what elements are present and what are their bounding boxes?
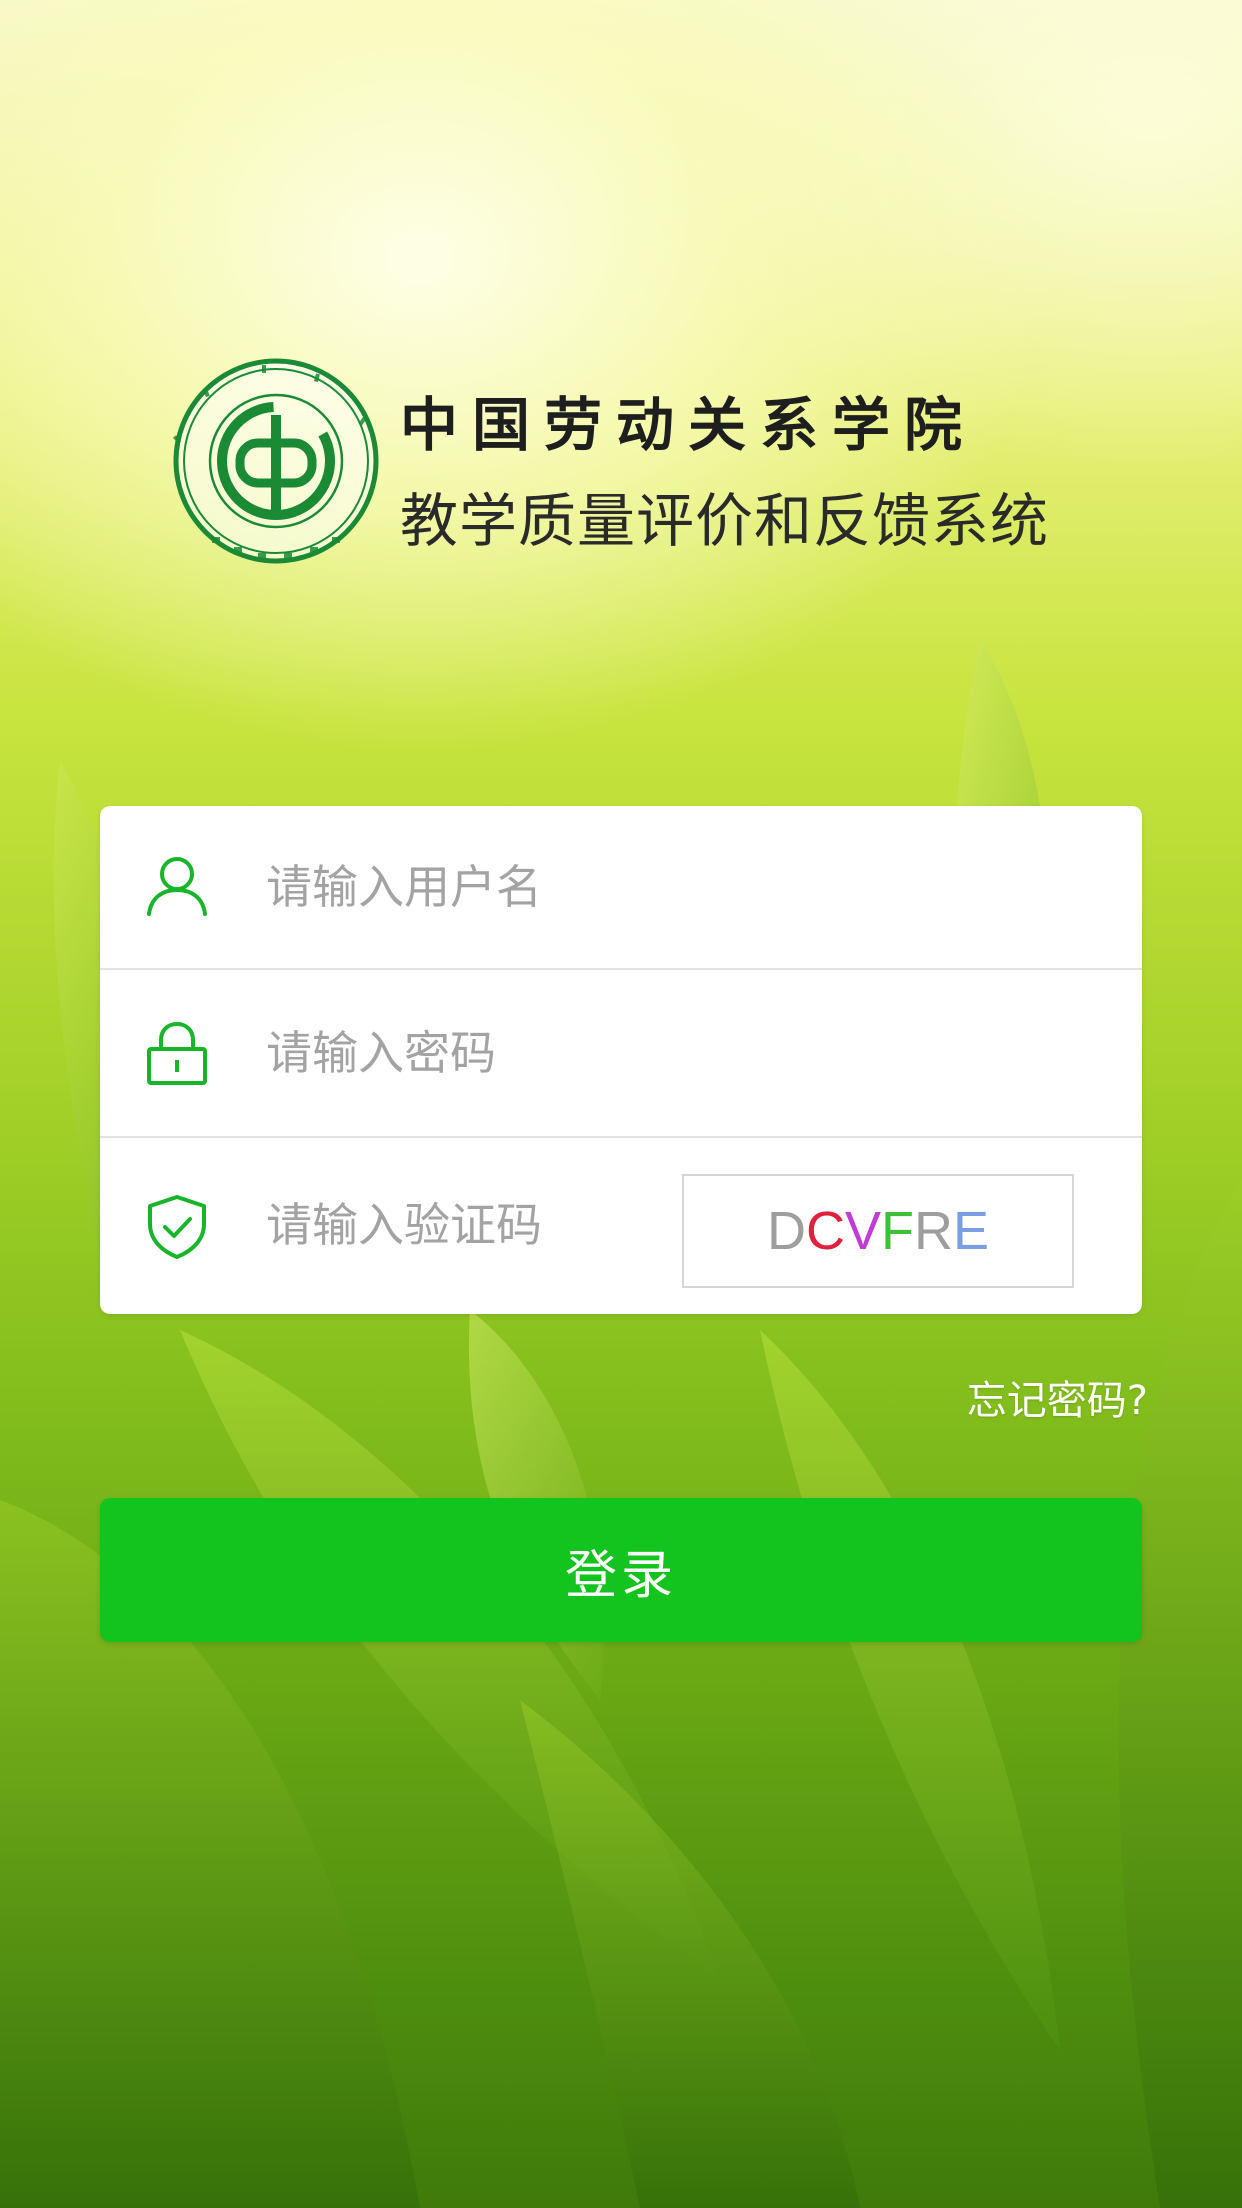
captcha-row: DCVFRE bbox=[100, 1138, 1142, 1314]
school-seal-logo bbox=[172, 358, 379, 564]
login-form: DCVFRE bbox=[100, 806, 1142, 1314]
captcha-input[interactable] bbox=[266, 1194, 686, 1256]
shield-check-icon bbox=[148, 1195, 206, 1259]
school-name: 中国劳动关系学院 bbox=[400, 391, 977, 459]
captcha-char: C bbox=[805, 1201, 845, 1261]
username-input[interactable] bbox=[266, 856, 1086, 918]
system-name: 教学质量评价和反馈系统 bbox=[400, 487, 1050, 555]
login-screen: 中国劳动关系学院 教学质量评价和反馈系统 DCVFRE bbox=[0, 0, 1242, 2208]
user-icon bbox=[147, 857, 207, 916]
lock-icon bbox=[147, 1021, 207, 1085]
captcha-char: D bbox=[766, 1201, 806, 1261]
forgot-password-link[interactable]: 忘记密码? bbox=[967, 1368, 1148, 1426]
password-input[interactable] bbox=[266, 1022, 1086, 1084]
captcha-char: F bbox=[881, 1201, 914, 1261]
username-row bbox=[100, 806, 1142, 970]
login-button[interactable]: 登录 bbox=[100, 1498, 1142, 1642]
captcha-image[interactable]: DCVFRE bbox=[682, 1174, 1074, 1288]
password-row bbox=[100, 970, 1142, 1138]
captcha-char: R bbox=[914, 1201, 953, 1261]
captcha-char: V bbox=[844, 1201, 881, 1261]
captcha-char: E bbox=[953, 1201, 990, 1261]
